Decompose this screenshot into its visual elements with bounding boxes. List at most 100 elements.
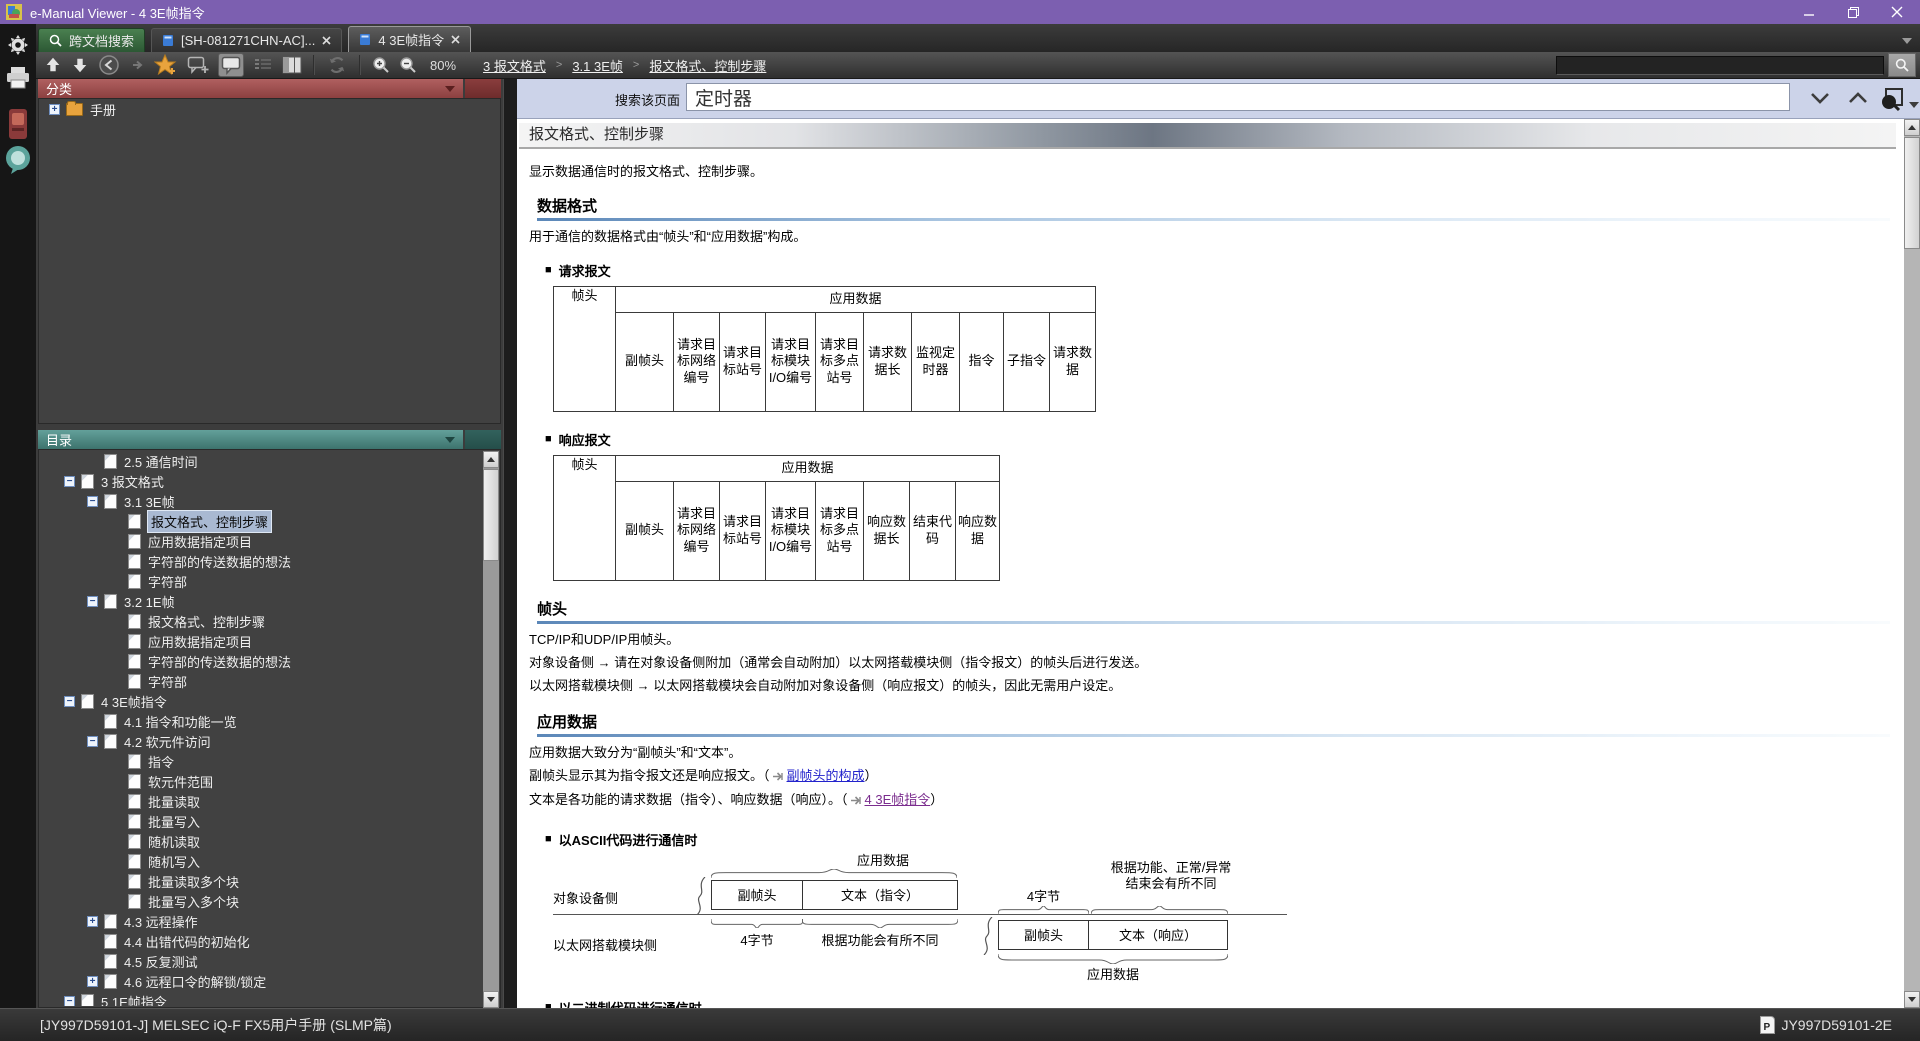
close-button[interactable]: [1888, 4, 1906, 20]
toc-item[interactable]: 4.3 远程操作: [40, 911, 483, 931]
collapse-icon[interactable]: [64, 475, 75, 487]
toc-item[interactable]: 3.1 3E帧: [40, 491, 483, 511]
down-arrow-icon[interactable]: [71, 56, 89, 74]
toc-item[interactable]: 软元件范围: [40, 771, 483, 791]
panel-splitter[interactable]: [503, 79, 518, 1008]
add-bookmark-icon[interactable]: [154, 54, 178, 76]
chevron-down-icon[interactable]: [1909, 96, 1919, 114]
expand-icon[interactable]: [87, 915, 98, 927]
breadcrumb-link[interactable]: 报文格式、控制步骤: [649, 56, 766, 75]
toc-item[interactable]: 字符部: [40, 671, 483, 691]
toc-item[interactable]: 批量写入: [40, 811, 483, 831]
expand-icon[interactable]: [87, 975, 98, 987]
scroll-down-button[interactable]: [483, 991, 499, 1008]
tab-document-1[interactable]: [SH-081271CHN-AC]...: [151, 28, 343, 52]
restore-button[interactable]: [1844, 4, 1862, 20]
toc-panel-header[interactable]: 目录: [38, 430, 501, 449]
panel-collapse-button[interactable]: [465, 79, 501, 98]
panel-collapse-button[interactable]: [465, 430, 501, 449]
back-icon[interactable]: [98, 54, 120, 76]
reference-icon: [772, 768, 785, 787]
tab-list-dropdown-icon[interactable]: [1902, 38, 1912, 44]
toc-item[interactable]: 4 3E帧指令: [40, 691, 483, 711]
subheading-binary-communication: ■以二进制代码进行通信时: [545, 1001, 702, 1008]
toc-item[interactable]: 2.5 通信时间: [40, 451, 483, 471]
collapse-icon[interactable]: [87, 735, 98, 747]
toc-item[interactable]: 批量读取: [40, 791, 483, 811]
printer-icon[interactable]: [5, 66, 31, 95]
zoom-out-icon[interactable]: [399, 56, 417, 74]
category-item-manual[interactable]: 手册: [39, 99, 500, 119]
tab-cross-document-search[interactable]: 跨文档搜索: [38, 28, 146, 52]
toc-item[interactable]: 4.2 软元件访问: [40, 731, 483, 751]
toc-item[interactable]: 报文格式、控制步骤: [40, 611, 483, 631]
toc-item[interactable]: 指令: [40, 751, 483, 771]
toc-item[interactable]: 应用数据指定项目: [40, 531, 483, 551]
toc-item[interactable]: 应用数据指定项目: [40, 631, 483, 651]
scroll-up-button[interactable]: [483, 451, 499, 468]
toc-item[interactable]: 字符部: [40, 571, 483, 591]
scrollbar-thumb[interactable]: [1904, 137, 1920, 249]
close-icon[interactable]: [451, 35, 460, 44]
show-notes-icon[interactable]: [218, 53, 244, 77]
left-icon-rail: [0, 24, 36, 1008]
close-icon[interactable]: [322, 36, 331, 45]
layout-columns-icon[interactable]: [282, 56, 302, 74]
category-panel-header[interactable]: 分类: [38, 79, 501, 98]
refresh-icon[interactable]: [326, 55, 348, 75]
table-cell: 应用数据: [615, 454, 1000, 482]
toolbar-search-button[interactable]: [1888, 53, 1916, 77]
content-scrollbar[interactable]: [1904, 119, 1920, 1008]
forward-icon[interactable]: [129, 57, 145, 73]
scrollbar-thumb[interactable]: [483, 469, 499, 561]
toc-item[interactable]: 4.6 远程口令的解锁/锁定: [40, 971, 483, 991]
find-next-icon[interactable]: [1809, 90, 1831, 111]
page-search-bar: 搜索该页面: [517, 79, 1920, 119]
up-arrow-icon[interactable]: [44, 56, 62, 74]
chevron-down-icon[interactable]: [445, 86, 455, 92]
link-3e-frame-commands[interactable]: 4 3E帧指令: [865, 792, 931, 807]
link-subheader-structure[interactable]: 副帧头的构成: [787, 768, 865, 783]
search-icon: [49, 34, 62, 47]
collapse-icon[interactable]: [64, 695, 75, 707]
collapse-icon[interactable]: [64, 995, 75, 1006]
breadcrumb-link[interactable]: 3.1 3E帧: [572, 56, 623, 75]
chevron-down-icon[interactable]: [445, 437, 455, 443]
collapse-icon[interactable]: [87, 495, 98, 507]
collapse-icon[interactable]: [87, 595, 98, 607]
ascii-frame-diagram: 应用数据 副帧头 文本（指令） 对象设备侧 4字节 根据功能会有所不同 4字节 …: [553, 853, 1298, 987]
toc-item[interactable]: 4.5 反复测试: [40, 951, 483, 971]
add-note-icon[interactable]: [187, 55, 209, 75]
section-heading-frame-header: 帧头: [537, 598, 1890, 624]
toolbar-search-input[interactable]: [1556, 55, 1884, 75]
chat-icon[interactable]: [5, 144, 31, 181]
minimize-button[interactable]: [1800, 4, 1818, 20]
gear-icon[interactable]: [5, 32, 31, 63]
scroll-up-button[interactable]: [1904, 119, 1920, 136]
toc-item[interactable]: 字符部的传送数据的想法: [40, 551, 483, 571]
scroll-down-button[interactable]: [1904, 991, 1920, 1008]
toc-item[interactable]: 批量写入多个块: [40, 891, 483, 911]
note-list-icon[interactable]: [253, 56, 273, 74]
toc-item[interactable]: 4.4 出错代码的初始化: [40, 931, 483, 951]
toc-item[interactable]: 3.2 1E帧: [40, 591, 483, 611]
find-prev-icon[interactable]: [1847, 90, 1869, 111]
toc-scrollbar[interactable]: [483, 451, 499, 1008]
breadcrumb-link[interactable]: 3 报文格式: [483, 56, 546, 75]
toc-item[interactable]: 3 报文格式: [40, 471, 483, 491]
toc-item[interactable]: 4.1 指令和功能一览: [40, 711, 483, 731]
toc-item[interactable]: 随机写入: [40, 851, 483, 871]
toc-item[interactable]: 随机读取: [40, 831, 483, 851]
toc-item-selected[interactable]: 报文格式、控制步骤: [40, 509, 483, 533]
toc-item[interactable]: 批量读取多个块: [40, 871, 483, 891]
page-search-input[interactable]: [686, 83, 1790, 111]
expand-icon[interactable]: [49, 103, 60, 115]
heading-rule: [537, 734, 1890, 738]
toc-item[interactable]: 字符部的传送数据的想法: [40, 651, 483, 671]
copy-page-icon[interactable]: [1879, 86, 1905, 117]
stamp-icon[interactable]: [5, 108, 31, 145]
zoom-in-icon[interactable]: [372, 56, 390, 74]
toc-item[interactable]: 5 1E帧指令: [40, 991, 483, 1006]
page-icon: [128, 853, 141, 869]
tab-document-2-active[interactable]: 4 3E帧指令: [348, 26, 472, 52]
